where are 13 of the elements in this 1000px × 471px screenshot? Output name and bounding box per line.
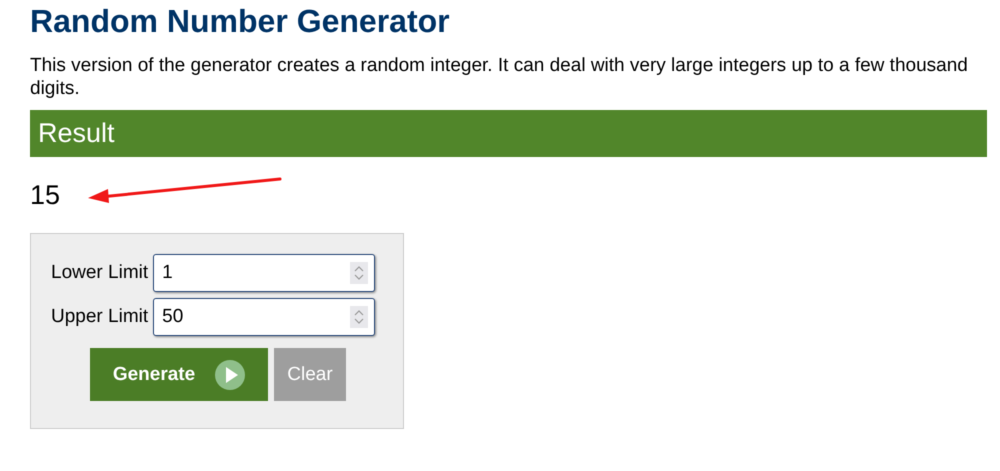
spinner-icon[interactable] [350, 262, 368, 284]
spinner-icon[interactable] [350, 306, 368, 328]
page-title: Random Number Generator [30, 2, 451, 40]
result-value: 15 [30, 180, 60, 210]
number-input[interactable]: 1 [153, 254, 376, 292]
play-icon [215, 360, 246, 390]
field-label: Upper Limit [51, 306, 148, 328]
arrow-icon [86, 177, 282, 205]
number-input[interactable]: 50 [153, 298, 376, 336]
field-label: Lower Limit [51, 262, 148, 284]
result-header: Result [30, 110, 987, 157]
description: This version of the generator creates a random integer. It can deal with very large integers up to a few thousand digits. [30, 54, 969, 100]
generate-button[interactable]: Generate [90, 348, 268, 401]
